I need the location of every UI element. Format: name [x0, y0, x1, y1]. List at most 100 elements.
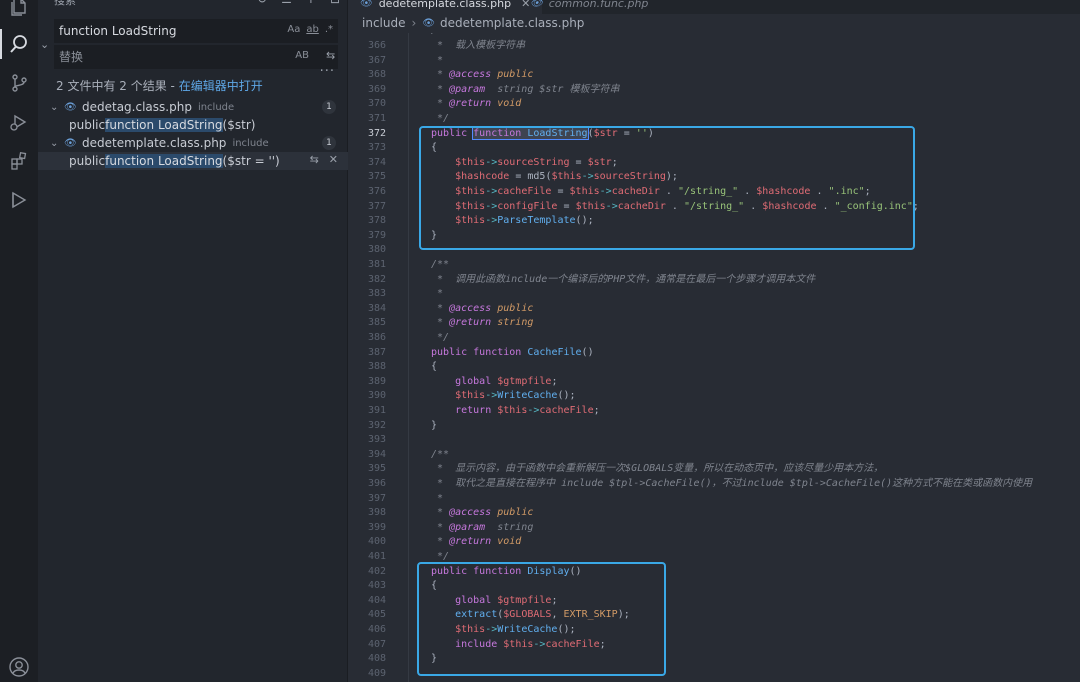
replace-icon[interactable]: ⇆	[310, 153, 319, 166]
code-line[interactable]: 366 * 载入模板字符串	[348, 39, 1080, 54]
code-line[interactable]: 409	[348, 667, 1080, 682]
refresh-icon[interactable]: ↻	[257, 0, 267, 6]
search-input[interactable]	[55, 24, 265, 38]
editor-area: 👁 dedetemplate.class.php ✕ 👁 common.func…	[348, 0, 1080, 682]
code-line[interactable]: 392}	[348, 419, 1080, 434]
tab-dedetemplate[interactable]: 👁 dedetemplate.class.php ✕	[348, 0, 543, 14]
extensions-icon[interactable]	[0, 142, 38, 180]
result-match-row[interactable]: public function LoadString ($str = '') ⇆ …	[38, 152, 348, 170]
code-line[interactable]: 404 global $gtmpfile;	[348, 594, 1080, 609]
line-number: 370	[367, 98, 386, 110]
code-line[interactable]: 369 * @param string $str 模板字符串	[348, 83, 1080, 98]
code-line[interactable]: 402 public function Display()	[348, 565, 1080, 580]
code-line[interactable]: 405 extract($GLOBALS, EXTR_SKIP);	[348, 608, 1080, 623]
result-match-row[interactable]: public function LoadString ($str)	[38, 116, 348, 134]
php-file-icon: 👁	[64, 101, 77, 113]
code-line[interactable]: 368 * @access public	[348, 68, 1080, 83]
collapse-all-icon[interactable]: ⊟	[330, 0, 340, 6]
line-number: 387	[367, 346, 386, 358]
code-line[interactable]: 384 * @access public	[348, 302, 1080, 317]
line-number: 397	[367, 492, 386, 504]
code-line[interactable]: 390 $this->WriteCache();	[348, 389, 1080, 404]
search-sidebar: 搜索 ↻ ☰ + ⊟ ⌄ Aa ab .* AB ⇆ ··· 2 文件中有 2 …	[38, 0, 348, 682]
line-number: 374	[367, 156, 386, 168]
code-line[interactable]: 394 /**	[348, 448, 1080, 463]
match-case-icon[interactable]: Aa	[287, 24, 300, 35]
code-line[interactable]: 381 /**	[348, 258, 1080, 273]
code-line[interactable]: 389 global $gtmpfile;	[348, 375, 1080, 390]
code-line[interactable]: 380	[348, 243, 1080, 258]
php-file-icon: 👁	[422, 17, 435, 29]
line-number: 390	[367, 390, 386, 402]
code-line[interactable]: 386 */	[348, 331, 1080, 346]
code-line[interactable]: 397 *	[348, 492, 1080, 507]
code-editor[interactable]: 365/**366 * 载入模板字符串367 *368 * @access pu…	[348, 33, 1080, 682]
code-line[interactable]: 388 {	[348, 360, 1080, 375]
code-line[interactable]: 374 $this->sourceString = $str;	[348, 156, 1080, 171]
code-line[interactable]: 395 * 显示内容，由于函数中会重新解压一次$GLOBALS变量，所以在动态页…	[348, 462, 1080, 477]
files-icon[interactable]	[0, 0, 38, 26]
code-line[interactable]: 379}	[348, 229, 1080, 244]
code-line[interactable]: 393	[348, 433, 1080, 448]
code-text: * @access public	[431, 69, 534, 81]
code-text: }	[431, 229, 438, 241]
code-text: $this->cacheFile = $this->cacheDir . "/s…	[455, 186, 871, 197]
code-line[interactable]: 398 * @access public	[348, 506, 1080, 521]
code-line[interactable]: 370 * @return void	[348, 97, 1080, 112]
run-debug-icon[interactable]	[0, 103, 38, 141]
code-text: *	[431, 492, 444, 504]
code-text: * @param string $str 模板字符串	[431, 83, 620, 95]
dismiss-icon[interactable]: ✕	[329, 153, 338, 166]
result-file-row[interactable]: ⌄ 👁 dedetag.class.php include 1	[38, 98, 348, 116]
code-line[interactable]: 391 return $this->cacheFile;	[348, 404, 1080, 419]
code-line[interactable]: 377 $this->configFile = $this->cacheDir …	[348, 200, 1080, 215]
chevron-down-icon[interactable]: ⌄	[50, 102, 60, 113]
code-line[interactable]: 401 */	[348, 550, 1080, 565]
code-line[interactable]: 403 {	[348, 579, 1080, 594]
code-text: * 调用此函数include一个编译后的PHP文件，通常是在最后一个步骤才调用本…	[431, 273, 816, 285]
code-line[interactable]: 383 *	[348, 287, 1080, 302]
code-line[interactable]: 399 * @param string	[348, 521, 1080, 536]
chevron-down-icon[interactable]: ⌄	[50, 138, 60, 149]
code-line[interactable]: 407 include $this->cacheFile;	[348, 638, 1080, 653]
code-line[interactable]: 408}	[348, 652, 1080, 667]
new-search-editor-icon[interactable]: +	[306, 0, 316, 6]
preserve-case-icon[interactable]: AB	[295, 50, 309, 61]
more-options-icon[interactable]: ···	[320, 64, 335, 79]
result-count-badge: 1	[322, 136, 336, 150]
match-highlight: function LoadString	[105, 118, 223, 132]
search-icon[interactable]	[0, 25, 38, 63]
code-line[interactable]: 396 * 取代之是直接在程序中 include $tpl->CacheFile…	[348, 477, 1080, 492]
code-line[interactable]: 400 * @return void	[348, 535, 1080, 550]
code-text: global $gtmpfile;	[455, 375, 558, 387]
code-line[interactable]: 375 $hashcode = md5($this->sourceString)…	[348, 170, 1080, 185]
code-line[interactable]: 385 * @return string	[348, 316, 1080, 331]
code-text: }	[431, 653, 438, 665]
code-line[interactable]: 382 * 调用此函数include一个编译后的PHP文件，通常是在最后一个步骤…	[348, 273, 1080, 288]
tab-common-func[interactable]: 👁 common.func.php	[520, 0, 658, 14]
account-icon[interactable]	[0, 648, 38, 682]
toggle-replace-chevron-icon[interactable]: ⌄	[40, 38, 49, 51]
code-line[interactable]: 378 $this->ParseTemplate();	[348, 214, 1080, 229]
match-whole-word-icon[interactable]: ab	[306, 24, 318, 35]
line-number: 389	[367, 375, 386, 387]
code-text: include $this->cacheFile;	[455, 638, 606, 650]
code-line[interactable]: 371 */	[348, 112, 1080, 127]
source-control-icon[interactable]	[0, 64, 38, 102]
code-line[interactable]: 376 $this->cacheFile = $this->cacheDir .…	[348, 185, 1080, 200]
replace-all-icon[interactable]: ⇆	[326, 49, 340, 63]
result-file-row[interactable]: ⌄ 👁 dedetemplate.class.php include 1	[38, 134, 348, 152]
code-line[interactable]: 387 public function CacheFile()	[348, 346, 1080, 361]
code-line[interactable]: 406 $this->WriteCache();	[348, 623, 1080, 638]
clear-results-icon[interactable]: ☰	[281, 0, 292, 6]
breadcrumb-folder[interactable]: include	[362, 16, 405, 30]
use-regex-icon[interactable]: .*	[325, 24, 333, 35]
breadcrumb-file[interactable]: dedetemplate.class.php	[440, 16, 584, 30]
remote-icon[interactable]	[0, 181, 38, 219]
code-line[interactable]: 373 {	[348, 141, 1080, 156]
code-line[interactable]: 367 *	[348, 54, 1080, 69]
code-line[interactable]: 372 public function LoadString($str = '')	[348, 126, 1080, 142]
open-in-editor-link[interactable]: 在编辑器中打开	[179, 79, 263, 93]
sidebar-header: 搜索 ↻ ☰ + ⊟	[38, 0, 348, 10]
replace-input[interactable]	[55, 50, 265, 64]
